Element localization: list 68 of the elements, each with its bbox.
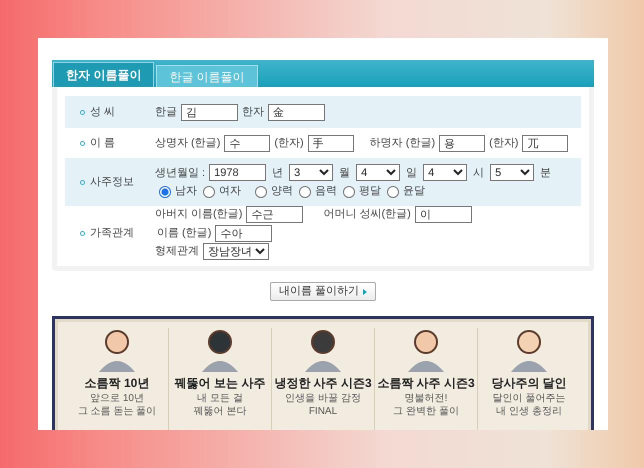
dropdown[interactable]: 장남장녀: [203, 243, 269, 260]
field-label: 한글: [155, 104, 177, 120]
field-label: (한자): [274, 136, 304, 151]
card-title[interactable]: 소름짝 사주 시즌3: [377, 374, 475, 392]
dropdown[interactable]: 4: [356, 164, 400, 182]
radio-button[interactable]: [203, 186, 215, 198]
field-label: 하명자 (한글): [370, 136, 436, 151]
radio-label: 여자: [219, 184, 241, 200]
bullet-icon: [80, 230, 85, 236]
field-label: 이름 (한글): [157, 226, 212, 242]
row-label: 사주정보: [90, 174, 134, 190]
row-label: 가족관계: [90, 226, 134, 241]
field-label: 일: [406, 166, 418, 180]
radio-label: 윤달: [403, 184, 425, 200]
card-subtitle: 그 소름 돋는 풀이: [78, 405, 156, 418]
field-label: 형제관계: [155, 244, 199, 260]
bullet-icon: [80, 180, 85, 184]
text-field[interactable]: 김: [181, 104, 238, 120]
radio-button[interactable]: [255, 186, 267, 198]
field-label: 한자: [242, 104, 264, 120]
field-label: 시: [473, 166, 484, 180]
text-field[interactable]: 兀: [522, 134, 568, 152]
radio-button[interactable]: [159, 186, 171, 198]
radio-button[interactable]: [387, 186, 399, 198]
text-field[interactable]: 용: [439, 134, 486, 152]
text-field[interactable]: 手: [308, 134, 354, 152]
card-subtitle: 그 완벽한 풀이: [393, 405, 459, 418]
row-label: 성 씨: [90, 104, 116, 120]
bullet-icon: [80, 140, 85, 146]
card-title[interactable]: 소름짝 10년: [84, 374, 150, 392]
card-subtitle: 꿰뚫어 본다: [194, 405, 246, 418]
caret-icon: [363, 288, 368, 294]
row-label: 이 름: [90, 136, 116, 151]
field-label: 어머니 성씨(한글): [323, 207, 411, 222]
field-label: 분: [540, 166, 552, 180]
radio-label: 음력: [315, 184, 337, 200]
field-label: (한자): [489, 136, 518, 151]
card-subtitle: 내 인생 총정리: [496, 405, 562, 418]
bullet-icon: [80, 110, 85, 114]
field-label: 월: [339, 166, 350, 180]
field-label: 상명자 (한글): [155, 136, 220, 151]
card-title[interactable]: 당사주의 달인: [491, 374, 567, 392]
radio-label: 남자: [175, 184, 197, 200]
card-subtitle: 앞으로 10년: [90, 392, 144, 405]
radio-label: 양력: [271, 184, 293, 200]
text-field[interactable]: 수: [224, 134, 270, 152]
card-subtitle: 명불허전!: [404, 392, 448, 405]
card-subtitle: FINAL: [308, 405, 338, 418]
text-field[interactable]: 이: [414, 206, 472, 223]
text-field[interactable]: 수근: [246, 206, 304, 223]
card-subtitle: 달인이 풀어주는: [492, 392, 566, 405]
card-title[interactable]: 냉정한 사주 시즌3: [274, 374, 372, 392]
card-subtitle: 내 모든 걸: [197, 392, 243, 405]
field-label: 생년월일 :: [155, 166, 206, 180]
card-subtitle: 인생을 바꿀 감정: [285, 392, 361, 405]
radio-button[interactable]: [299, 186, 311, 198]
dropdown[interactable]: 3: [289, 164, 334, 182]
field-label: 아버지 이름(한글): [155, 207, 242, 222]
text-field[interactable]: 수아: [215, 225, 272, 242]
field-label: 년: [272, 166, 284, 180]
text-field[interactable]: 金: [268, 104, 325, 120]
text-field[interactable]: 1978: [209, 164, 266, 182]
radio-label: 평달: [359, 184, 381, 200]
dropdown[interactable]: 5: [490, 164, 534, 182]
radio-button[interactable]: [343, 186, 355, 198]
card-title[interactable]: 꿰뚫어 보는 사주: [174, 374, 266, 392]
submit-button[interactable]: 내이름 풀이하기: [270, 282, 376, 301]
dropdown[interactable]: 4: [423, 164, 468, 182]
